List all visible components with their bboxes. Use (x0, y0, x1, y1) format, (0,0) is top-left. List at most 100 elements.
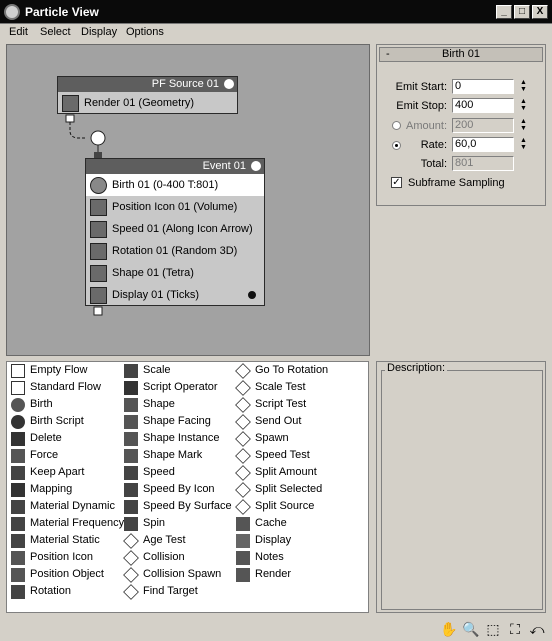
rate-label: Rate: (420, 139, 447, 151)
zoom-extents-icon[interactable]: ⛶ (506, 620, 524, 638)
test-icon (235, 380, 251, 396)
amount-field[interactable]: 200 (452, 118, 514, 133)
menu-display[interactable]: Display (81, 26, 117, 38)
force-icon (11, 449, 25, 463)
spin-icon (124, 517, 138, 531)
test-icon (123, 567, 139, 583)
description-label: Description: (385, 362, 448, 374)
test-icon (235, 482, 251, 498)
shape-icon (90, 265, 107, 282)
test-icon (235, 448, 251, 464)
emit-stop-field[interactable]: 400 (452, 98, 514, 113)
amount-spinner[interactable]: ▲ ▼ (519, 118, 528, 133)
emit-stop-spinner[interactable]: ▲ ▼ (519, 98, 528, 113)
navigation-toolbar: ✋ 🔍 ⬚ ⛶ ⤺ (0, 616, 552, 641)
test-icon (235, 465, 251, 481)
display-color-dot[interactable] (248, 291, 256, 299)
render-icon (62, 95, 79, 112)
maximize-button[interactable]: □ (514, 5, 530, 19)
menu-select[interactable]: Select (40, 26, 71, 38)
lightbulb-icon[interactable] (224, 79, 234, 89)
emit-start-field[interactable]: 0 (452, 79, 514, 94)
emit-start-spinner[interactable]: ▲ ▼ (519, 79, 528, 94)
test-icon (235, 363, 251, 379)
subframe-label: Subframe Sampling (408, 177, 505, 189)
test-icon (123, 550, 139, 566)
pan-icon[interactable]: ✋ (440, 620, 458, 638)
pf-source-node[interactable]: PF Source 01 Render 01 (Geometry) (57, 76, 238, 114)
rollout-title: Birth 01 (442, 48, 480, 60)
render-icon (236, 568, 250, 582)
event-node[interactable]: Event 01 Birth 01 (0-400 T:801) Position… (85, 158, 265, 306)
speed-icon (124, 500, 138, 514)
script-icon (11, 415, 25, 429)
menu-edit[interactable]: Edit (9, 26, 28, 38)
birth-icon (11, 398, 25, 412)
script-test-icon (235, 397, 251, 413)
flow-icon (11, 381, 25, 395)
speed-icon (124, 483, 138, 497)
source-node-title: PF Source 01 (151, 78, 219, 90)
undo-zoom-icon[interactable]: ⤺ (528, 620, 546, 638)
total-value: 801 (452, 156, 514, 171)
rotation-icon (90, 243, 107, 260)
app-icon (4, 4, 20, 20)
display-icon (90, 287, 107, 304)
material-icon (11, 517, 25, 531)
operator-render[interactable]: Render 01 (Geometry) (58, 92, 237, 114)
script-icon (124, 381, 138, 395)
speed-icon (90, 221, 107, 238)
position-icon (90, 199, 107, 216)
amount-label: Amount: (406, 120, 447, 132)
delete-icon (11, 432, 25, 446)
rollout-toggle[interactable]: - (386, 48, 390, 61)
test-icon (235, 499, 251, 515)
test-icon (123, 533, 139, 549)
total-label: Total: (420, 158, 447, 170)
emit-start-label: Emit Start: (395, 81, 447, 93)
scale-icon (124, 364, 138, 378)
rate-field[interactable]: 60,0 (452, 137, 514, 152)
shape-icon (124, 449, 138, 463)
speed-icon (124, 466, 138, 480)
event-display-canvas[interactable]: PF Source 01 Render 01 (Geometry) Event … (6, 44, 370, 356)
material-icon (11, 500, 25, 514)
flow-icon (11, 364, 25, 378)
minimize-button[interactable]: _ (496, 5, 512, 19)
notes-icon (236, 551, 250, 565)
operator-birth[interactable]: Birth 01 (0-400 T:801) (86, 174, 264, 196)
menu-options[interactable]: Options (126, 26, 164, 38)
shape-icon (124, 432, 138, 446)
description-panel: Description: (376, 361, 546, 613)
rate-spinner[interactable]: ▲ ▼ (519, 137, 528, 152)
operator-display[interactable]: Display 01 (Ticks) (86, 284, 264, 306)
zoom-icon[interactable]: 🔍 (462, 620, 480, 638)
shape-icon (124, 398, 138, 412)
mapping-icon (11, 483, 25, 497)
title-bar[interactable]: Particle View _ □ X (0, 0, 552, 24)
shape-icon (124, 415, 138, 429)
operator-depot: Empty Flow Standard Flow Birth Birth Scr… (6, 361, 369, 613)
operator-position-icon[interactable]: Position Icon 01 (Volume) (86, 196, 264, 218)
test-icon (235, 431, 251, 447)
event-node-title: Event 01 (202, 160, 246, 172)
window-title: Particle View (25, 5, 99, 19)
zoom-region-icon[interactable]: ⬚ (484, 620, 502, 638)
test-icon (235, 414, 251, 430)
display-icon (236, 534, 250, 548)
birth-rollout-header[interactable]: - Birth 01 (379, 47, 543, 62)
close-button[interactable]: X (532, 5, 548, 19)
operator-speed[interactable]: Speed 01 (Along Icon Arrow) (86, 218, 264, 240)
operator-rotation[interactable]: Rotation 01 (Random 3D) (86, 240, 264, 262)
birth-icon (90, 177, 107, 194)
parameters-panel: - Birth 01 Emit Start: 0 ▲ ▼ Emit Stop: 4… (376, 44, 546, 206)
test-icon (123, 584, 139, 600)
position-icon (11, 551, 25, 565)
position-icon (11, 568, 25, 582)
lightbulb-icon[interactable] (251, 161, 261, 171)
rotation-icon (11, 585, 25, 599)
cache-icon (236, 517, 250, 531)
operator-shape[interactable]: Shape 01 (Tetra) (86, 262, 264, 284)
subframe-checkbox[interactable]: ✓ (391, 177, 402, 188)
menu-bar: Edit Select Display Options (0, 24, 552, 42)
